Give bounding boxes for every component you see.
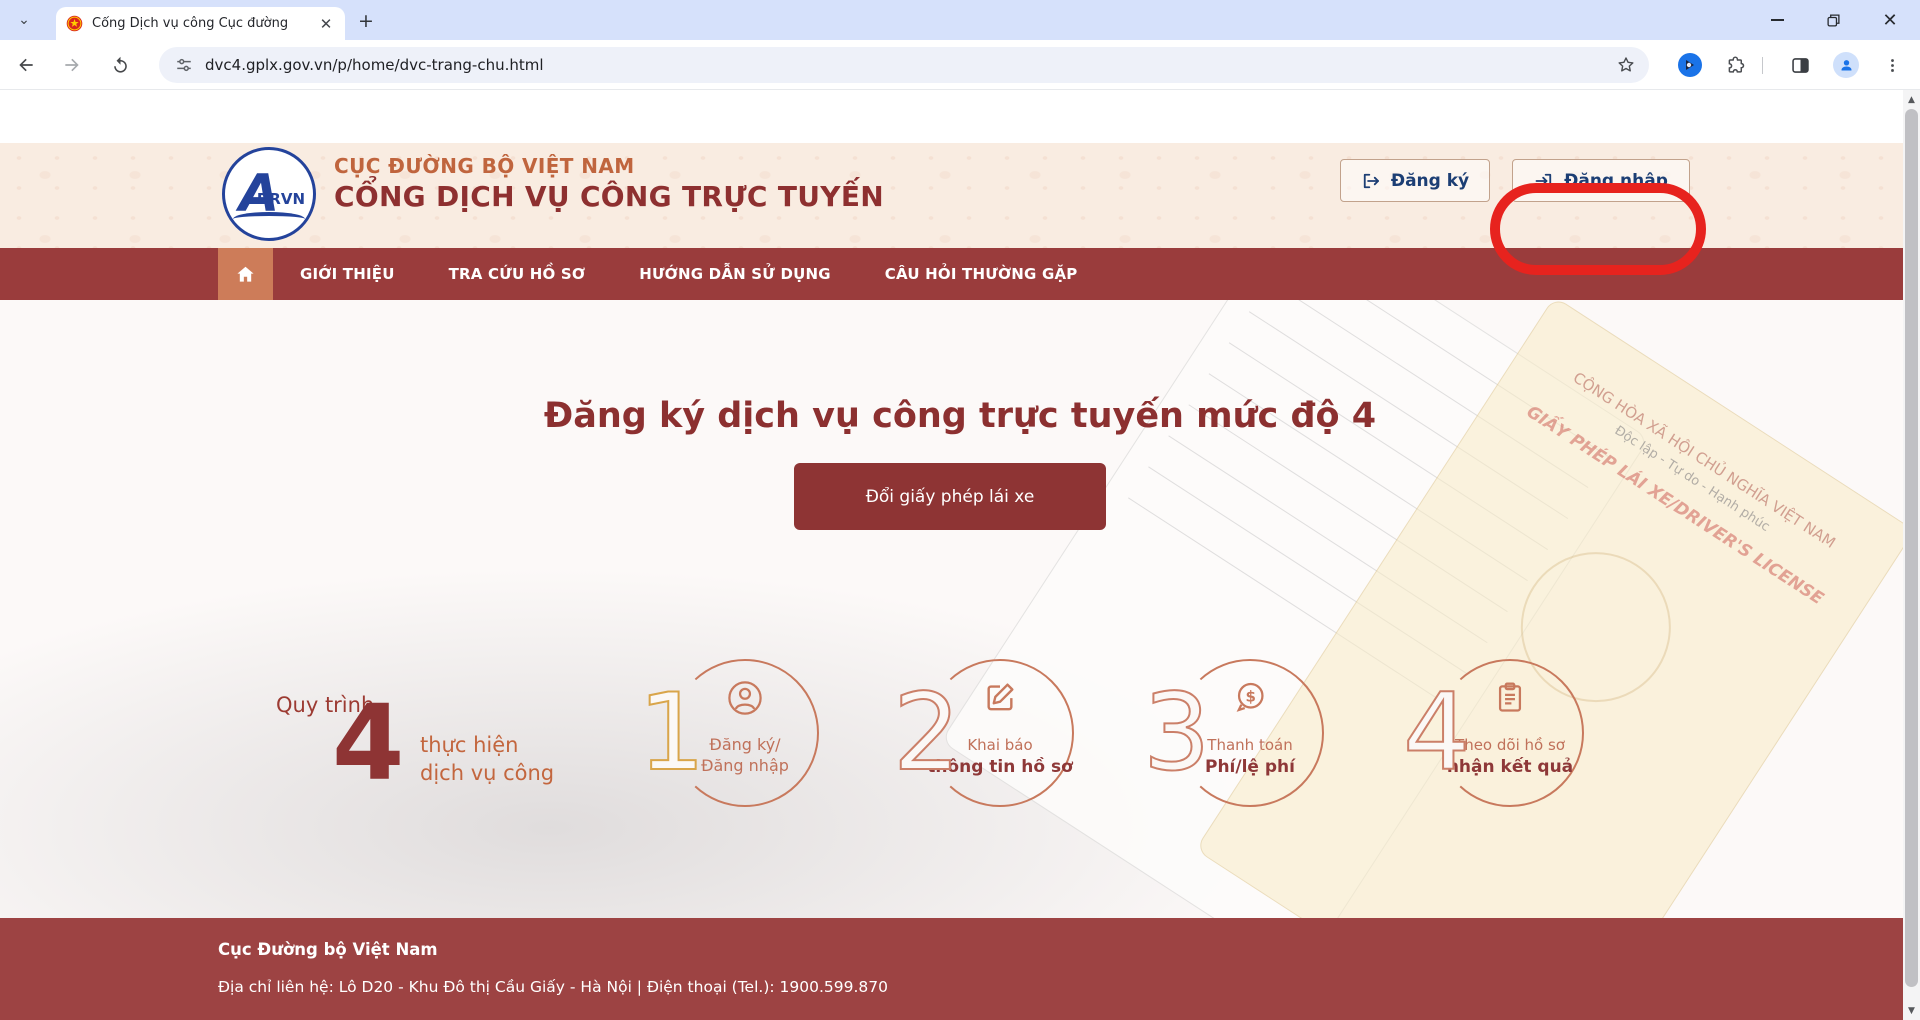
new-tab-button[interactable]: +	[354, 9, 378, 33]
footer-org: Cục Đường bộ Việt Nam	[218, 940, 438, 959]
forward-button[interactable]	[55, 48, 89, 82]
main-nav: GIỚI THIỆU TRA CỨU HỒ SƠ HƯỚNG DẪN SỬ DỤ…	[0, 248, 1920, 300]
process-intro: Quy trình 4 thực hiện dịch vụ công	[270, 685, 570, 865]
extensions-button[interactable]	[1719, 49, 1751, 81]
back-button[interactable]	[9, 48, 43, 82]
process-step-4: 4 Theo dõi hồ sơ nhận kết quả	[1435, 658, 1585, 808]
site-header-banner: A DRVN CỤC ĐƯỜNG BỘ VIỆT NAM CỔNG DỊCH V…	[0, 143, 1920, 248]
avatar	[1833, 52, 1859, 78]
browser-tab[interactable]: Cổng Dịch vụ công Cục đường ✕	[56, 7, 345, 40]
reload-icon	[111, 56, 130, 75]
side-panel-icon	[1790, 55, 1811, 76]
nav-item-cau-hoi[interactable]: CÂU HỎI THƯỜNG GẶP	[858, 248, 1105, 300]
window-minimize-button[interactable]	[1762, 6, 1792, 34]
kebab-menu-icon	[1884, 57, 1901, 74]
svg-text:$: $	[1246, 687, 1256, 705]
portal-title: CỔNG DỊCH VỤ CÔNG TRỰC TUYẾN	[334, 180, 884, 213]
star-icon	[1616, 55, 1636, 75]
nav-home-button[interactable]	[218, 248, 273, 300]
tab-close-icon[interactable]: ✕	[317, 15, 335, 33]
browser-toolbar: dvc4.gplx.gov.vn/p/home/dvc-trang-chu.ht…	[0, 40, 1920, 90]
home-icon	[235, 264, 256, 285]
tab-search-chevron-icon[interactable]: ⌄	[12, 8, 36, 32]
login-button[interactable]: Đăng nhập	[1512, 159, 1690, 202]
drvn-logo: A DRVN	[222, 147, 316, 241]
site-footer: Cục Đường bộ Việt Nam Địa chỉ liên hệ: L…	[0, 918, 1920, 1020]
profile-button[interactable]	[1830, 49, 1862, 81]
url-text: dvc4.gplx.gov.vn/p/home/dvc-trang-chu.ht…	[205, 56, 544, 74]
puzzle-icon	[1725, 55, 1746, 76]
tab-title: Cổng Dịch vụ công Cục đường	[92, 16, 297, 31]
org-name: CỤC ĐƯỜNG BỘ VIỆT NAM	[334, 154, 635, 178]
back-arrow-icon	[16, 55, 36, 75]
restore-icon	[1827, 14, 1840, 27]
vietnam-emblem-favicon-icon	[66, 15, 83, 32]
footer-address: Địa chỉ liên hệ: Lô D20 - Khu Đô thị Cầu…	[218, 978, 888, 996]
url-bar[interactable]: dvc4.gplx.gov.vn/p/home/dvc-trang-chu.ht…	[159, 47, 1649, 83]
process-step-3: 3 $ Thanh toán Phí/lệ phí	[1175, 658, 1325, 808]
nav-item-gioi-thieu[interactable]: GIỚI THIỆU	[273, 248, 422, 300]
window-maximize-button[interactable]	[1818, 6, 1848, 34]
doi-giay-phep-button[interactable]: Đổi giấy phép lái xe	[794, 463, 1106, 530]
extension-badge-icon	[1677, 52, 1703, 78]
process-step-1: 1 Đăng ký/ Đăng nhập	[670, 658, 820, 808]
process-step-2: 2 Khai báo thông tin hồ sơ	[925, 658, 1075, 808]
login-icon	[1534, 171, 1554, 191]
hero-section: CỘNG HÒA XÃ HỘI CHỦ NGHĨA VIỆT NAM Độc l…	[0, 300, 1920, 1008]
browser-tab-strip: ⌄ Cổng Dịch vụ công Cục đường ✕ + ✕	[0, 0, 1920, 40]
page-scrollbar[interactable]: ▲ ▼	[1903, 90, 1920, 1020]
page-content: A DRVN CỤC ĐƯỜNG BỘ VIỆT NAM CỔNG DỊCH V…	[0, 90, 1920, 1020]
register-icon	[1361, 171, 1381, 191]
nav-item-huong-dan[interactable]: HƯỚNG DẪN SỬ DỤNG	[612, 248, 858, 300]
side-panel-button[interactable]	[1784, 49, 1816, 81]
forward-arrow-icon	[62, 55, 82, 75]
hero-heading: Đăng ký dịch vụ công trực tuyến mức độ 4	[0, 396, 1920, 436]
bookmark-star-button[interactable]	[1611, 50, 1641, 80]
register-button[interactable]: Đăng ký	[1340, 159, 1490, 202]
browser-menu-button[interactable]	[1876, 49, 1908, 81]
window-close-button[interactable]: ✕	[1875, 6, 1905, 34]
toolbar-divider	[1762, 57, 1763, 74]
site-info-tune-icon[interactable]	[175, 56, 193, 74]
nav-item-tra-cuu-ho-so[interactable]: TRA CỨU HỒ SƠ	[422, 248, 613, 300]
scrollbar-down-arrow[interactable]: ▼	[1903, 1002, 1920, 1019]
extension-badge-button[interactable]	[1674, 49, 1706, 81]
reload-button[interactable]	[103, 48, 137, 82]
scrollbar-up-arrow[interactable]: ▲	[1903, 91, 1920, 108]
road-motif	[233, 212, 305, 226]
scrollbar-thumb[interactable]	[1905, 109, 1918, 987]
